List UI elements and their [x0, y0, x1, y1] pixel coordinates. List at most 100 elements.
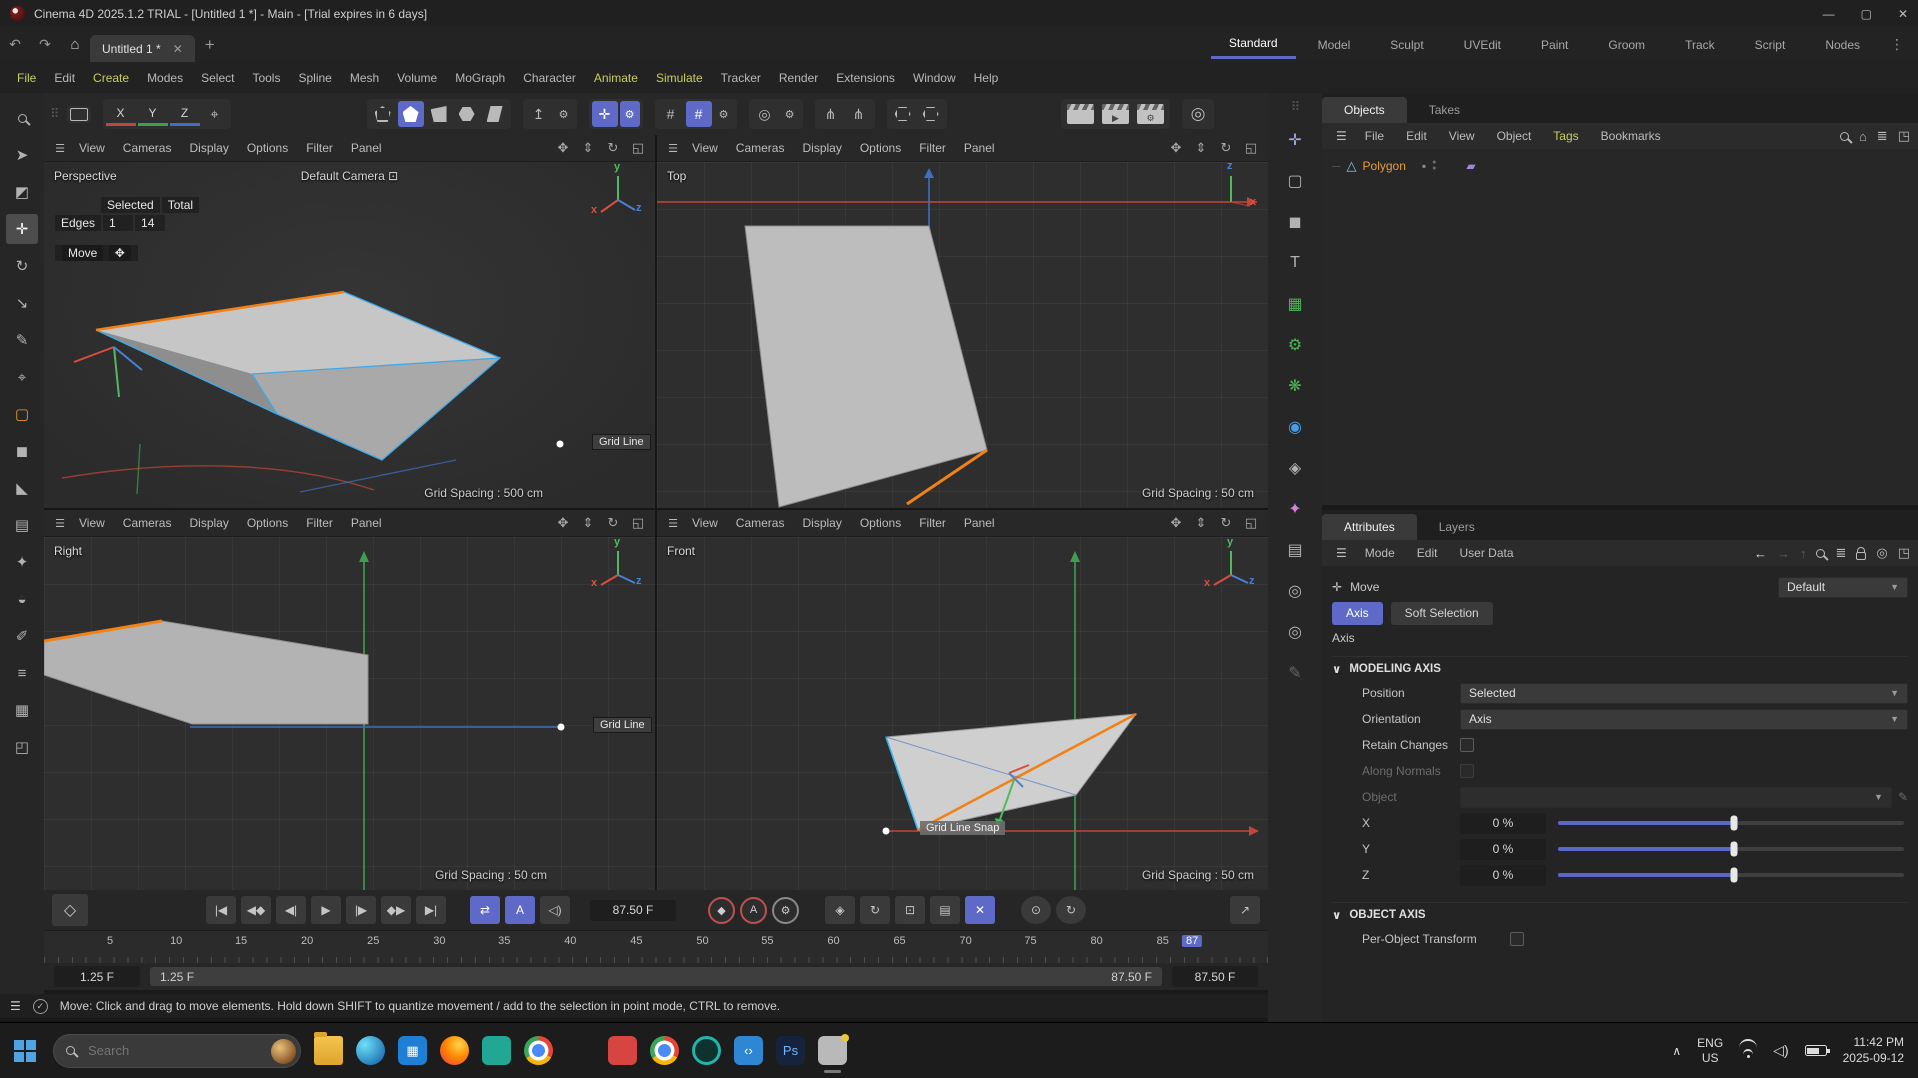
- export-icon[interactable]: ◳: [1898, 545, 1910, 561]
- orbit-icon[interactable]: ↻: [602, 512, 624, 534]
- viewport-top-canvas[interactable]: Top z x Grid Spacing : 50 cm: [657, 162, 1268, 508]
- cluster-icon[interactable]: ▦: [1277, 288, 1313, 320]
- cinema4d-taskbar-icon[interactable]: [818, 1036, 847, 1065]
- deform-tool[interactable]: ◒: [6, 584, 38, 614]
- search-icon[interactable]: [1816, 549, 1825, 558]
- soft-selection-button[interactable]: Soft Selection: [1391, 602, 1493, 625]
- camera-icon[interactable]: ◎: [1185, 101, 1211, 127]
- vscode-icon[interactable]: ‹›: [734, 1036, 763, 1065]
- workspace-kebab-icon[interactable]: ⋮: [1882, 36, 1912, 53]
- snap-move-icon[interactable]: ✛: [592, 101, 618, 127]
- workspace-groom[interactable]: Groom: [1590, 32, 1663, 58]
- loop-button[interactable]: ⇄: [470, 896, 500, 924]
- hamburger-icon[interactable]: ☰: [663, 135, 683, 161]
- toolbar-drag-handle[interactable]: ⠿: [50, 106, 59, 122]
- close-button[interactable]: ✕: [1898, 7, 1908, 21]
- preview-range-bar[interactable]: 1.25 F 87.50 F: [150, 967, 1162, 986]
- undo-icon[interactable]: ↶: [0, 36, 30, 53]
- filter-icon[interactable]: ≣: [1835, 545, 1846, 561]
- file-explorer-icon[interactable]: [314, 1036, 343, 1065]
- pen-dim-icon[interactable]: ✎: [1277, 657, 1313, 689]
- menu-tools[interactable]: Tools: [243, 71, 289, 85]
- pose-icon[interactable]: [70, 108, 88, 121]
- axis-icon[interactable]: ✛: [1277, 124, 1313, 156]
- menu-tracker[interactable]: Tracker: [712, 71, 770, 85]
- maximize-button[interactable]: ▢: [1861, 7, 1872, 21]
- office-icon[interactable]: [566, 1036, 595, 1065]
- key-rotation-toggle[interactable]: ↻: [860, 896, 890, 924]
- close-tab-icon[interactable]: ✕: [173, 42, 183, 56]
- maximize-viewport-icon[interactable]: ◱: [627, 512, 649, 534]
- vp-menu-cameras[interactable]: Cameras: [114, 516, 181, 530]
- cube-icon[interactable]: ◼: [1277, 206, 1313, 238]
- z-value-field[interactable]: 0 %: [1460, 865, 1546, 886]
- dolly-icon[interactable]: ⇕: [577, 137, 599, 159]
- document-tab[interactable]: Untitled 1 * ✕: [90, 35, 195, 62]
- lock-icon[interactable]: [1856, 552, 1866, 560]
- render-settings-icon[interactable]: ⚙: [1134, 101, 1167, 127]
- vp-menu-filter[interactable]: Filter: [297, 516, 342, 530]
- objects-menu-object[interactable]: Object: [1487, 129, 1542, 143]
- model-mode-icon[interactable]: [370, 101, 396, 127]
- collapse-icon[interactable]: ∨: [1332, 662, 1341, 676]
- prev-frame-button[interactable]: ◀|: [276, 896, 306, 924]
- vp-menu-cameras[interactable]: Cameras: [727, 141, 794, 155]
- menu-character[interactable]: Character: [514, 71, 585, 85]
- key-pla-toggle[interactable]: ✕: [965, 896, 995, 924]
- field-icon[interactable]: ❋: [1277, 370, 1313, 402]
- rect-select-tool[interactable]: ◩: [6, 177, 38, 207]
- menu-file[interactable]: File: [8, 71, 45, 85]
- menu-extensions[interactable]: Extensions: [827, 71, 904, 85]
- film-icon[interactable]: ▤: [1277, 534, 1313, 566]
- goto-end-button[interactable]: ▶|: [416, 896, 446, 924]
- back-icon[interactable]: ←: [1754, 546, 1767, 561]
- collapse-icon[interactable]: ∨: [1332, 908, 1341, 922]
- status-menu-icon[interactable]: ☰: [10, 999, 21, 1013]
- attributes-menu-edit[interactable]: Edit: [1407, 546, 1448, 560]
- menu-volume[interactable]: Volume: [388, 71, 446, 85]
- workspace-sculpt[interactable]: Sculpt: [1372, 32, 1441, 58]
- cube-tool[interactable]: ◼: [6, 436, 38, 466]
- floor-tool[interactable]: ◰: [6, 732, 38, 762]
- hexagon-b-icon[interactable]: [918, 101, 944, 127]
- wire-icon[interactable]: ◈: [1277, 452, 1313, 484]
- track-icon[interactable]: ◎: [1876, 545, 1887, 561]
- viewport-front-canvas[interactable]: Front y x z Grid Line Snap Grid Spacing …: [657, 537, 1268, 890]
- x-value-field[interactable]: 0 %: [1460, 813, 1546, 834]
- scale-tool[interactable]: ↘: [6, 288, 38, 318]
- axis-modify-icon[interactable]: ⌖: [202, 101, 228, 127]
- y-value-field[interactable]: 0 %: [1460, 839, 1546, 860]
- vp-menu-display[interactable]: Display: [793, 141, 850, 155]
- minimize-button[interactable]: —: [1823, 7, 1835, 21]
- sound-button[interactable]: ◁): [540, 896, 570, 924]
- hamburger-icon[interactable]: ☰: [1330, 129, 1353, 143]
- workspace-script[interactable]: Script: [1737, 32, 1804, 58]
- home-icon[interactable]: ⌂: [60, 36, 90, 53]
- axis-lock-y[interactable]: Y: [138, 102, 168, 126]
- polygon-mode-icon[interactable]: [426, 101, 452, 127]
- tab-attributes[interactable]: Attributes: [1322, 514, 1417, 540]
- key-parameter-toggle[interactable]: ▤: [930, 896, 960, 924]
- timeline-ruler[interactable]: 5 10 15 20 25 30 35 40 45 50 55 60 65 70…: [44, 930, 1268, 963]
- polygon-tag-icon[interactable]: ▰: [1466, 159, 1475, 173]
- pan-icon[interactable]: ✥: [552, 137, 574, 159]
- fcurve-button[interactable]: ↗: [1230, 896, 1260, 924]
- tab-takes[interactable]: Takes: [1407, 97, 1482, 123]
- workspace-uvedit[interactable]: UVEdit: [1446, 32, 1519, 58]
- grid-settings-icon[interactable]: ⚙: [714, 101, 734, 127]
- menu-render[interactable]: Render: [770, 71, 827, 85]
- wifi-icon[interactable]: [1739, 1044, 1757, 1057]
- photoshop-icon[interactable]: Ps: [776, 1036, 805, 1065]
- vp-menu-filter[interactable]: Filter: [297, 141, 342, 155]
- rotate-tool[interactable]: ↻: [6, 251, 38, 281]
- edge-icon[interactable]: [356, 1036, 385, 1065]
- snap-tool[interactable]: ⌖: [6, 362, 38, 392]
- orbit-icon[interactable]: ↻: [1215, 512, 1237, 534]
- spline-icon[interactable]: ✦: [1277, 493, 1313, 525]
- pan-icon[interactable]: ✥: [552, 512, 574, 534]
- viewport-perspective-canvas[interactable]: Perspective Default Camera ⊡ SelectedTot…: [44, 162, 655, 508]
- zoom-tool[interactable]: [6, 103, 38, 133]
- home-icon[interactable]: ⌂: [1859, 129, 1867, 144]
- menu-simulate[interactable]: Simulate: [647, 71, 712, 85]
- red-app-icon[interactable]: [608, 1036, 637, 1065]
